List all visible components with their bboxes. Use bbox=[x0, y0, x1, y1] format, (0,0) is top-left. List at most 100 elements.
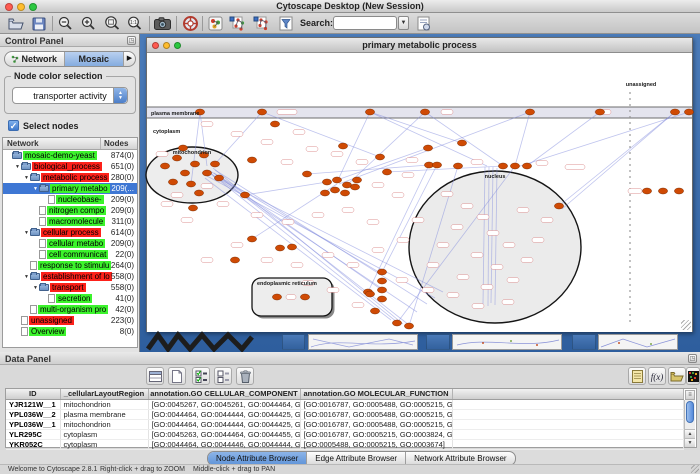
search-dropdown-arrow[interactable]: ▼ bbox=[398, 16, 409, 30]
network-node[interactable] bbox=[377, 287, 386, 293]
import-attributes-button[interactable] bbox=[668, 367, 686, 385]
network-node[interactable] bbox=[214, 175, 223, 181]
unselect-all-attributes-button[interactable] bbox=[214, 367, 232, 385]
select-attributes-button[interactable] bbox=[146, 367, 164, 385]
network-node[interactable] bbox=[202, 170, 211, 176]
network-node[interactable] bbox=[377, 296, 386, 302]
tree-row[interactable]: nucleobase-209(0) bbox=[3, 194, 137, 205]
tree-row[interactable]: ▼cellular process614(0) bbox=[3, 227, 137, 238]
zoom-out-button[interactable] bbox=[56, 14, 75, 33]
table-row[interactable]: YPL036W__1mitochondrion[GO:0044464, GO:0… bbox=[6, 419, 684, 429]
tree-col-network[interactable]: Network bbox=[3, 138, 101, 149]
network-node[interactable] bbox=[522, 163, 531, 169]
network-node[interactable] bbox=[230, 257, 239, 263]
network-node[interactable] bbox=[510, 163, 519, 169]
network-node[interactable] bbox=[270, 121, 279, 127]
network-node[interactable] bbox=[186, 181, 195, 187]
float-panel-icon[interactable]: ◳ bbox=[127, 36, 136, 45]
filter-button[interactable] bbox=[276, 14, 295, 33]
tree-row[interactable]: ▼primary metabo209(... bbox=[3, 183, 137, 194]
network-node[interactable] bbox=[674, 188, 683, 194]
tree-row[interactable]: unassigned223(0) bbox=[3, 315, 137, 326]
delete-attribute-button[interactable] bbox=[236, 367, 254, 385]
col-header-region[interactable]: _cellularLayoutRegion bbox=[60, 389, 148, 399]
network-node[interactable] bbox=[302, 171, 311, 177]
network-node[interactable] bbox=[272, 294, 281, 300]
tree-row[interactable]: ▼metabolic process280(0) bbox=[3, 172, 137, 183]
network-node[interactable] bbox=[330, 187, 339, 193]
network-node[interactable] bbox=[180, 170, 189, 176]
network-node[interactable] bbox=[257, 109, 266, 115]
app-resize-grip[interactable] bbox=[691, 465, 699, 473]
new-attribute-button[interactable] bbox=[168, 367, 186, 385]
network-node[interactable] bbox=[287, 244, 296, 250]
network-window-titlebar[interactable]: primary metabolic process bbox=[147, 38, 692, 53]
network-node[interactable] bbox=[275, 245, 284, 251]
formula-builder-button[interactable]: f(x) bbox=[648, 367, 666, 385]
window-resize-grip[interactable] bbox=[681, 320, 691, 330]
network-node[interactable] bbox=[370, 308, 379, 314]
network-node[interactable] bbox=[340, 190, 349, 196]
network-node[interactable] bbox=[457, 140, 466, 146]
network-node[interactable] bbox=[168, 179, 177, 185]
tree-row[interactable]: nitrogen compo209(0) bbox=[3, 205, 137, 216]
tab-mosaic[interactable]: Mosaic bbox=[64, 52, 124, 66]
network-node[interactable] bbox=[392, 320, 401, 326]
tree-row[interactable]: Overview8(0) bbox=[3, 326, 137, 337]
disclosure-triangle-icon[interactable]: ▼ bbox=[23, 175, 30, 181]
matrix-view-button[interactable] bbox=[686, 367, 700, 385]
scroll-up-arrow[interactable]: ▲ bbox=[685, 429, 695, 438]
tree-row[interactable]: multi-organism pro42(0) bbox=[3, 304, 137, 315]
destroy-network-button[interactable] bbox=[252, 14, 271, 33]
disclosure-triangle-icon[interactable]: ▼ bbox=[14, 164, 21, 170]
scrollbar-thumb[interactable] bbox=[686, 401, 694, 423]
network-node[interactable] bbox=[210, 161, 219, 167]
tree-row[interactable]: cellular metabo209(0) bbox=[3, 238, 137, 249]
tab-overflow-arrow[interactable]: ▶ bbox=[123, 52, 135, 66]
zoom-fit-button[interactable]: 1:1 bbox=[125, 14, 144, 33]
network-node[interactable] bbox=[642, 188, 651, 194]
network-node[interactable] bbox=[498, 163, 507, 169]
tree-row[interactable]: ▼biological_process651(0) bbox=[3, 161, 137, 172]
network-node[interactable] bbox=[684, 109, 693, 115]
network-node[interactable] bbox=[352, 177, 361, 183]
network-node[interactable] bbox=[670, 109, 679, 115]
scroll-down-arrow[interactable]: ▼ bbox=[685, 438, 695, 447]
background-window-chunk[interactable] bbox=[426, 334, 450, 350]
network-node[interactable] bbox=[420, 109, 429, 115]
attribute-notes-button[interactable] bbox=[628, 367, 646, 385]
tree-row[interactable]: response to stimulu264(0) bbox=[3, 260, 137, 271]
network-node[interactable] bbox=[160, 163, 169, 169]
table-row[interactable]: YKR052Ccytoplasm[GO:0044464, GO:0044446,… bbox=[6, 439, 684, 449]
tree-col-nodes[interactable]: Nodes bbox=[101, 138, 137, 149]
layout-network-button[interactable] bbox=[228, 14, 247, 33]
network-node[interactable] bbox=[404, 323, 413, 329]
network-node[interactable] bbox=[190, 161, 199, 167]
vizmapper-button[interactable] bbox=[206, 14, 225, 33]
float-panel-icon[interactable]: ◳ bbox=[688, 354, 697, 363]
network-node[interactable] bbox=[320, 190, 329, 196]
network-node[interactable] bbox=[194, 190, 203, 196]
network-node[interactable] bbox=[247, 236, 256, 242]
network-view-window[interactable]: primary metabolic process plasma membran… bbox=[146, 37, 693, 332]
network-node[interactable] bbox=[188, 205, 197, 211]
disclosure-triangle-icon[interactable]: ▼ bbox=[23, 230, 30, 236]
network-node[interactable] bbox=[525, 109, 534, 115]
network-node[interactable] bbox=[300, 294, 309, 300]
network-node[interactable] bbox=[382, 169, 391, 175]
background-window-chunk[interactable] bbox=[282, 334, 305, 350]
background-window-preview[interactable] bbox=[308, 334, 418, 350]
tree-row[interactable]: mosaic-demo-yeast874(0) bbox=[3, 150, 137, 161]
help-button[interactable] bbox=[181, 14, 200, 33]
network-node[interactable] bbox=[423, 145, 432, 151]
tab-network[interactable]: Network bbox=[5, 52, 64, 66]
network-node[interactable] bbox=[365, 109, 374, 115]
zoom-in-button[interactable] bbox=[79, 14, 98, 33]
open-session-button[interactable] bbox=[6, 14, 25, 33]
network-node[interactable] bbox=[432, 162, 441, 168]
tree-row[interactable]: cell communicat22(0) bbox=[3, 249, 137, 260]
network-node[interactable] bbox=[658, 188, 667, 194]
table-scrollbar[interactable]: ▲ ▼ bbox=[684, 400, 695, 447]
network-canvas[interactable]: plasma membranecytoplasmmitochondrionnuc… bbox=[147, 54, 692, 332]
network-node[interactable] bbox=[377, 278, 386, 284]
